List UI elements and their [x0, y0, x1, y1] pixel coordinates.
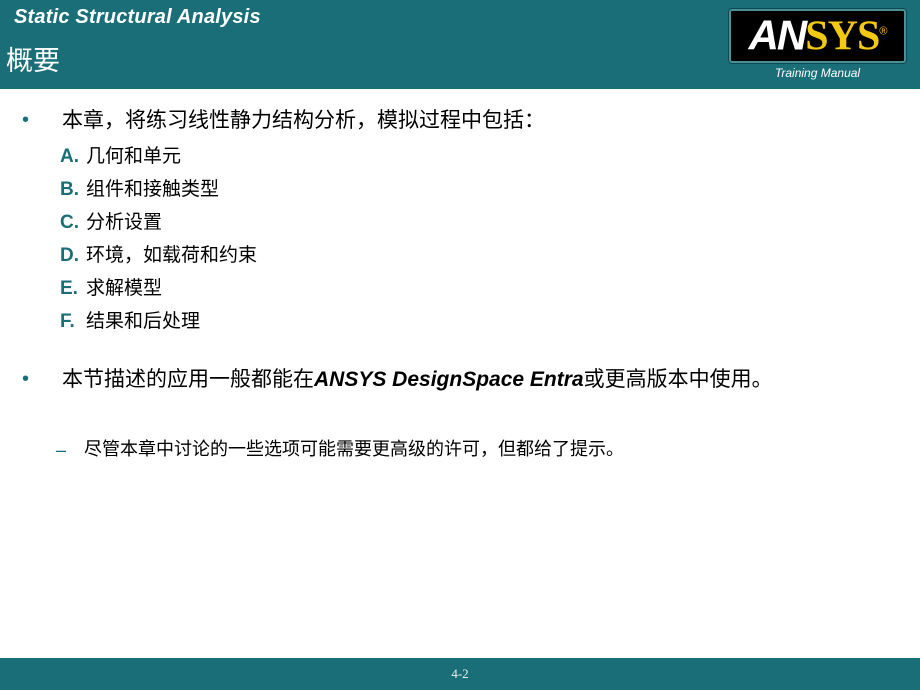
footer-bar: 4-2: [0, 658, 920, 690]
logo-text-an: AN: [748, 11, 808, 59]
list-item: E. 求解模型: [60, 273, 860, 306]
logo-wordmark: ANSYS®: [748, 11, 888, 60]
sub-bullet-item-1: – 尽管本章中讨论的一些选项可能需要更高级的许可，但都给了提示。: [56, 438, 896, 461]
list-item-marker: B.: [60, 179, 79, 200]
list-item-marker: C.: [60, 212, 79, 233]
bullet-marker-icon: •: [22, 368, 30, 390]
logo-box: ANSYS®: [729, 9, 906, 63]
header-bar: Static Structural Analysis 概要 ANSYS® Tra…: [0, 0, 920, 89]
bullet-item-1: • 本章，将练习线性静力结构分析，模拟过程中包括：: [22, 107, 882, 134]
training-manual-caption: Training Manual: [774, 66, 861, 80]
bullet-item-1-text: 本章，将练习线性静力结构分析，模拟过程中包括：: [62, 108, 545, 132]
list-item-label: 分析设置: [86, 211, 163, 233]
logo-text-sys: SYS: [805, 13, 880, 60]
bullet-item-2-emphasis: ANSYS DesignSpace Entra: [314, 368, 584, 391]
bullet-item-2-suffix: 或更高版本中使用。: [583, 367, 773, 391]
page-title: Static Structural Analysis: [14, 6, 261, 28]
bullet-item-2-prefix: 本节描述的应用一般都能在: [62, 367, 314, 391]
list-item-label: 环境，如载荷和约束: [86, 244, 258, 266]
ansys-logo: ANSYS®: [729, 9, 906, 63]
list-item: D. 环境，如载荷和约束: [60, 240, 860, 273]
page-subtitle: 概要: [6, 46, 60, 77]
sub-bullet-item-1-text: 尽管本章中讨论的一些选项可能需要更高级的许可，但都给了提示。: [84, 439, 624, 460]
list-item: A. 几何和单元: [60, 141, 860, 174]
list-item: C. 分析设置: [60, 207, 860, 240]
registered-trademark-icon: ®: [879, 25, 887, 38]
slide-content: • 本章，将练习线性静力结构分析，模拟过程中包括： A. 几何和单元 B. 组件…: [0, 89, 920, 658]
list-item-marker: A.: [60, 146, 79, 167]
lettered-list: A. 几何和单元 B. 组件和接触类型 C. 分析设置 D. 环境，如载荷和约束…: [60, 141, 860, 339]
bullet-marker-icon: •: [22, 109, 30, 131]
bullet-item-2: • 本节描述的应用一般都能在ANSYS DesignSpace Entra或更高…: [22, 366, 897, 393]
list-item-label: 结果和后处理: [86, 310, 201, 332]
page-number: 4-2: [451, 666, 469, 681]
list-item-marker: D.: [60, 245, 79, 266]
dash-marker-icon: –: [56, 440, 67, 460]
list-item: B. 组件和接触类型: [60, 174, 860, 207]
list-item-label: 几何和单元: [86, 145, 182, 167]
list-item-marker: F.: [60, 311, 75, 332]
bullet-item-2-text: 本节描述的应用一般都能在ANSYS DesignSpace Entra或更高版本…: [44, 366, 897, 393]
list-item-marker: E.: [60, 278, 78, 299]
list-item-label: 组件和接触类型: [86, 178, 220, 200]
list-item-label: 求解模型: [86, 277, 163, 299]
list-item: F. 结果和后处理: [60, 306, 860, 339]
